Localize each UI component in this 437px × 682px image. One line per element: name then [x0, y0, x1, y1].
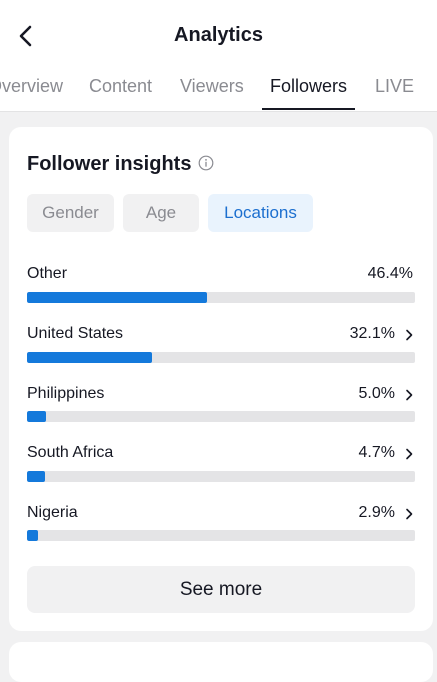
chevron-right-icon[interactable]: [404, 389, 414, 401]
analytics-tabs: Overview Content Viewers Followers LIVE: [0, 70, 437, 112]
location-name: Other: [27, 265, 68, 282]
tab-followers[interactable]: Followers: [261, 76, 356, 110]
filter-locations[interactable]: Locations: [208, 194, 313, 232]
filter-gender[interactable]: Gender: [27, 194, 114, 232]
location-bar-track: [27, 471, 415, 482]
chevron-right-icon[interactable]: [404, 508, 414, 520]
location-percent: 2.9%: [358, 504, 395, 521]
section-title: Follower insights: [27, 153, 192, 175]
filter-age[interactable]: Age: [123, 194, 199, 232]
tab-viewers[interactable]: Viewers: [180, 76, 244, 110]
location-percent: 4.7%: [358, 444, 395, 461]
location-bar-track: [27, 292, 415, 303]
location-bar-track: [27, 411, 415, 422]
location-name[interactable]: Philippines: [27, 385, 104, 403]
location-bar-fill: [27, 411, 47, 422]
location-percent: 5.0%: [358, 385, 395, 402]
chevron-right-icon[interactable]: [404, 329, 414, 341]
info-icon[interactable]: [198, 155, 214, 171]
location-percent: 46.4%: [367, 265, 413, 282]
tab-content[interactable]: Content: [89, 76, 152, 110]
location-bar-fill: [27, 471, 46, 482]
location-name[interactable]: South Africa: [27, 444, 113, 462]
chevron-right-icon[interactable]: [404, 448, 414, 460]
location-bar-track: [27, 530, 415, 541]
location-bar-track: [27, 352, 415, 363]
next-card: [9, 642, 433, 682]
location-percent: 32.1%: [349, 325, 395, 342]
location-bar-fill: [27, 530, 39, 541]
location-bar-fill: [27, 352, 152, 363]
page-title: Analytics: [174, 24, 263, 46]
location-name[interactable]: United States: [27, 325, 123, 343]
location-bar-fill: [27, 292, 208, 303]
tab-overview[interactable]: Overview: [0, 76, 63, 110]
follower-insights-card: Follower insights Gender Age Locations O…: [9, 127, 433, 631]
tab-live[interactable]: LIVE: [375, 76, 414, 110]
top-bar: Analytics: [0, 0, 437, 70]
location-name[interactable]: Nigeria: [27, 504, 78, 522]
see-more-button[interactable]: See more: [27, 566, 415, 613]
